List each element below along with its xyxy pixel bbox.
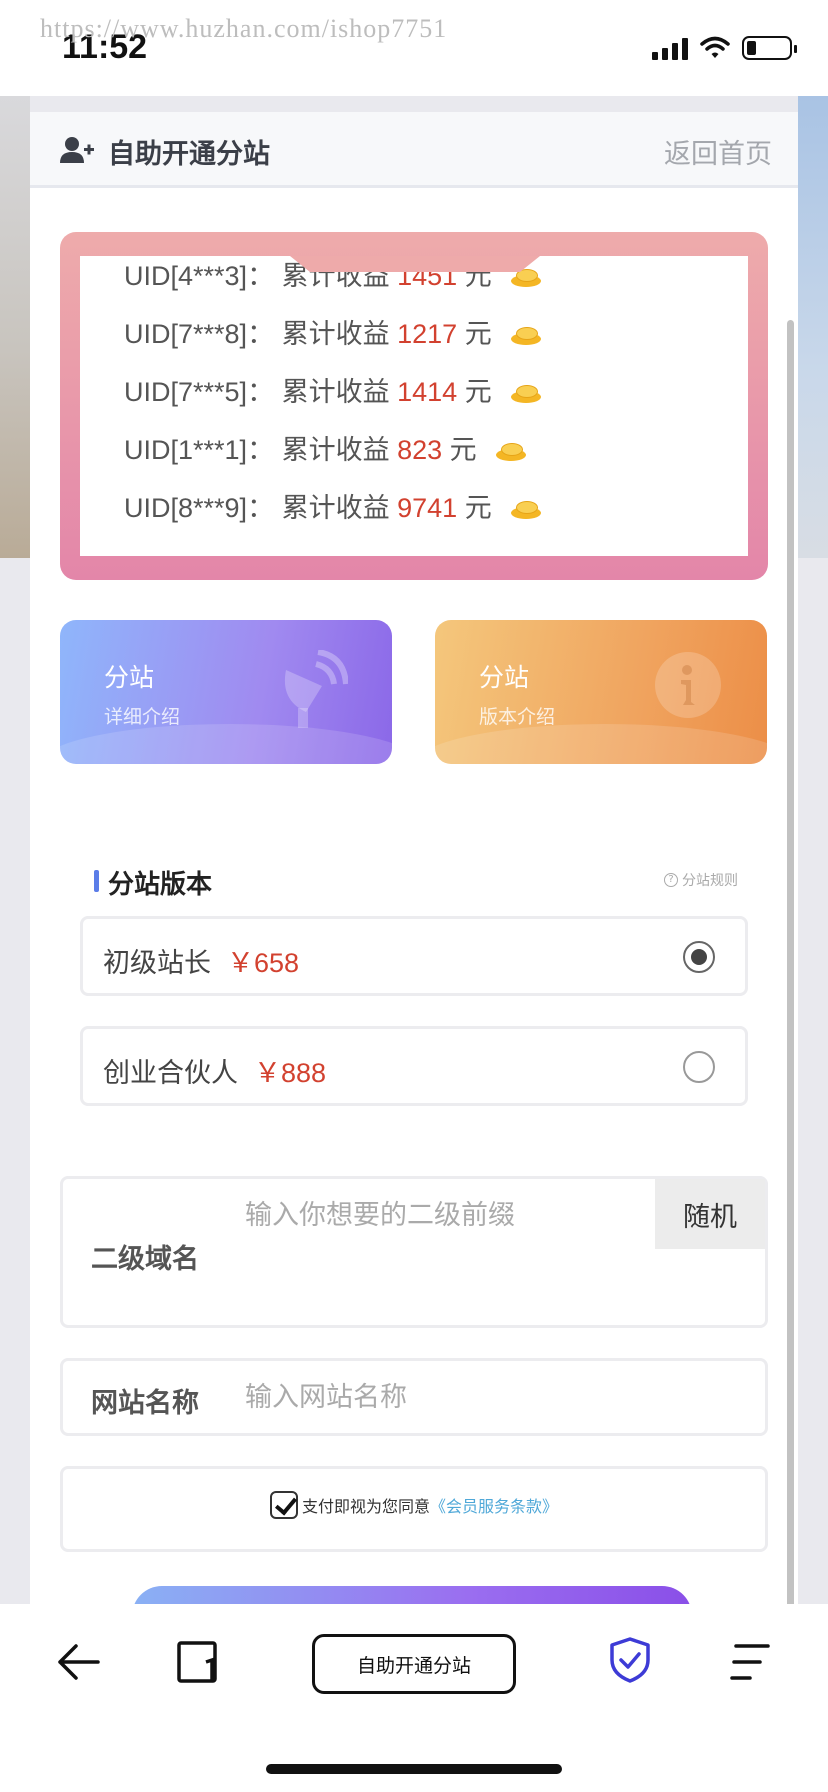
question-icon: ? bbox=[664, 873, 678, 887]
section-accent-bar bbox=[94, 870, 99, 892]
panel-title: 自助开通分站 bbox=[108, 139, 270, 170]
plan-option-partner[interactable]: 创业合伙人 ￥888 bbox=[80, 1026, 748, 1106]
info-icon bbox=[655, 652, 721, 718]
gold-coin-icon bbox=[496, 442, 527, 461]
gold-coin-icon bbox=[511, 500, 542, 519]
substation-details-card[interactable]: 分站 详细介绍 bbox=[60, 620, 392, 764]
add-user-icon bbox=[60, 137, 94, 163]
agreement-box: 支付即视为您同意 《会员服务条款》 bbox=[60, 1466, 768, 1552]
tabs-icon[interactable] bbox=[176, 1640, 220, 1684]
status-icons bbox=[652, 36, 797, 60]
plan-radio-selected[interactable] bbox=[683, 941, 715, 973]
background-image-left bbox=[0, 96, 30, 558]
card-subtitle: 版本介绍 bbox=[479, 706, 556, 728]
agreement-text: 支付即视为您同意 bbox=[301, 1497, 430, 1516]
terms-link[interactable]: 《会员服务条款》 bbox=[430, 1493, 558, 1517]
wifi-icon bbox=[700, 36, 730, 58]
card-subtitle: 详细介绍 bbox=[104, 706, 181, 728]
subdomain-input[interactable] bbox=[243, 1193, 643, 1237]
gold-coin-icon bbox=[511, 326, 542, 345]
card-title: 分站 bbox=[479, 663, 530, 692]
plan-label: 初级站长 ￥658 bbox=[103, 948, 300, 979]
watermark-text: https://www.huzhan.com/ishop7751 bbox=[40, 14, 448, 43]
ticker-row: UID[8***9]： 累计收益 9741 元 bbox=[124, 486, 542, 525]
subdomain-label: 二级域名 bbox=[91, 1244, 199, 1275]
substation-versions-card[interactable]: 分站 版本介绍 bbox=[435, 620, 767, 764]
plan-radio[interactable] bbox=[683, 1051, 715, 1083]
ticker-row: UID[7***8]： 累计收益 1217 元 bbox=[124, 312, 542, 351]
satellite-dish-icon bbox=[284, 650, 348, 728]
back-home-link[interactable]: 返回首页 bbox=[664, 132, 772, 171]
open-substation-panel: 自助开通分站 返回首页 UID[4***3]： 累计收益 1451 元 UID[… bbox=[30, 112, 798, 1604]
card-title: 分站 bbox=[104, 663, 155, 692]
ticker-row: UID[7***5]： 累计收益 1414 元 bbox=[124, 370, 542, 409]
plan-option-junior[interactable]: 初级站长 ￥658 bbox=[80, 916, 748, 996]
battery-icon bbox=[742, 36, 797, 60]
home-indicator[interactable] bbox=[266, 1764, 562, 1774]
plan-section-title: 分站版本 bbox=[108, 870, 213, 900]
plan-rules-link[interactable]: ? 分站规则 bbox=[664, 870, 738, 890]
signal-icon bbox=[652, 36, 688, 60]
agreement-row: 支付即视为您同意 《会员服务条款》 bbox=[63, 1491, 765, 1519]
ticker-notch bbox=[290, 256, 540, 272]
plan-price: ￥658 bbox=[227, 948, 300, 978]
site-name-input[interactable] bbox=[243, 1375, 723, 1419]
site-name-field-box: 网站名称 bbox=[60, 1358, 768, 1436]
address-bar-pill[interactable]: 自助开通分站 bbox=[312, 1634, 516, 1694]
panel-header: 自助开通分站 返回首页 bbox=[30, 112, 798, 188]
back-arrow-icon[interactable] bbox=[56, 1642, 100, 1682]
subdomain-field-box: 二级域名 随机 bbox=[60, 1176, 768, 1328]
random-subdomain-button[interactable]: 随机 bbox=[655, 1179, 765, 1249]
plan-label: 创业合伙人 ￥888 bbox=[103, 1058, 327, 1089]
submit-button[interactable] bbox=[132, 1586, 692, 1604]
status-bar: 11:52 https://www.huzhan.com/ishop7751 bbox=[0, 0, 828, 96]
shield-check-icon[interactable] bbox=[608, 1636, 652, 1684]
scrollbar[interactable] bbox=[787, 320, 794, 1604]
agreement-checkbox[interactable] bbox=[269, 1491, 298, 1519]
plan-price: ￥888 bbox=[254, 1058, 327, 1088]
gold-coin-icon bbox=[511, 384, 542, 403]
background-image-right bbox=[798, 96, 828, 558]
ticker-row: UID[1***1]： 累计收益 823 元 bbox=[124, 428, 527, 467]
site-name-label: 网站名称 bbox=[91, 1388, 199, 1419]
earnings-ticker: UID[4***3]： 累计收益 1451 元 UID[7***8]： 累计收益… bbox=[60, 232, 768, 580]
ticker-list: UID[4***3]： 累计收益 1451 元 UID[7***8]： 累计收益… bbox=[80, 256, 748, 556]
menu-icon[interactable] bbox=[730, 1642, 770, 1682]
